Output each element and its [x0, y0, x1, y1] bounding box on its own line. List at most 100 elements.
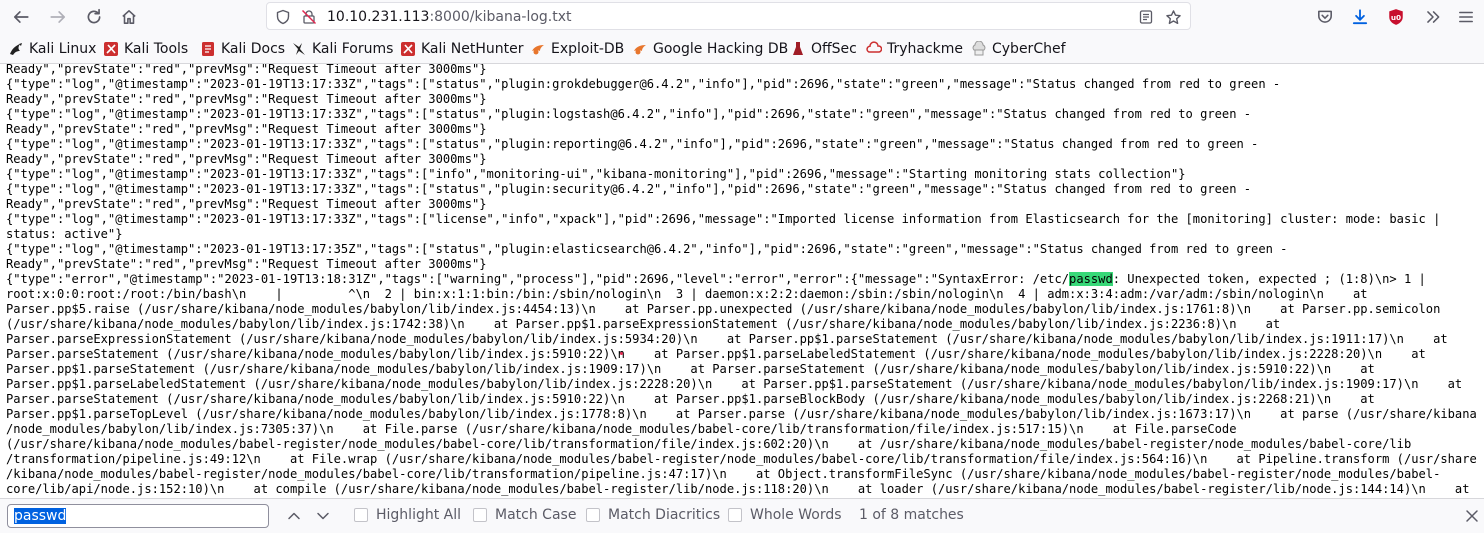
- log-line: Ready","prevState":"red","prevMsg":"Requ…: [6, 64, 487, 76]
- bookmark-cyberchef[interactable]: CyberChef: [971, 40, 1066, 58]
- home-button[interactable]: [116, 4, 142, 30]
- log-line: Ready","prevState":"red","prevMsg":"Requ…: [6, 197, 487, 211]
- bookmark-label: CyberChef: [992, 41, 1066, 57]
- bookmark-label: OffSec: [811, 41, 857, 57]
- bookmark-label: Kali Tools: [124, 41, 189, 57]
- tryhackme-icon: [866, 41, 882, 57]
- reload-icon: [87, 8, 101, 24]
- bookmark-exploit-db[interactable]: Exploit-DB: [530, 40, 624, 58]
- downloads-button[interactable]: [1347, 4, 1373, 30]
- checkbox-box[interactable]: [586, 508, 600, 522]
- log-line: /node_modules/babylon/lib/index.js:7305:…: [6, 422, 1237, 436]
- log-line: Parser.pp$1.parseStatement (/usr/share/k…: [6, 362, 1375, 376]
- exploit-db-icon: [530, 41, 546, 57]
- bookmark-kali-tools[interactable]: Kali Tools: [103, 40, 188, 58]
- error-line-text: : Unexpected token, expected ; (1:8)\n> …: [1112, 272, 1426, 286]
- find-close-button[interactable]: [1462, 506, 1482, 526]
- checkbox-label: Whole Words: [750, 507, 842, 523]
- reload-button[interactable]: [81, 4, 107, 30]
- checkbox-box[interactable]: [473, 508, 487, 522]
- checkbox-label: Highlight All: [376, 507, 462, 523]
- log-line: {"type":"log","@timestamp":"2023-01-19T1…: [6, 167, 1186, 181]
- log-line: Ready","prevState":"red","prevMsg":"Requ…: [6, 152, 487, 166]
- bookmarks-toolbar: Kali Linux Kali Tools Kali Docs Kali For…: [0, 34, 1484, 64]
- find-query-text: passwd: [14, 508, 67, 524]
- whole-words-checkbox[interactable]: Whole Words: [728, 507, 842, 523]
- url-host: 10.10.231.113: [327, 9, 430, 25]
- shield-icon[interactable]: [274, 8, 292, 26]
- checkbox-box[interactable]: [354, 508, 368, 522]
- log-line: root:x:0:0:root:/root:/bin/bash\n | ^\n …: [6, 287, 1368, 301]
- log-line: /transformation/pipeline.js:49:12\n at F…: [6, 452, 1477, 466]
- bookmark-label: Kali Docs: [221, 41, 286, 57]
- checkbox-label: Match Case: [495, 507, 577, 523]
- bookmark-offsec[interactable]: OffSec: [790, 40, 857, 58]
- find-next-button[interactable]: [312, 506, 334, 526]
- cursor-dot: [620, 352, 623, 355]
- cyberchef-icon: [971, 41, 987, 57]
- ublock-origin-button[interactable]: u0: [1383, 4, 1409, 30]
- forward-button[interactable]: [45, 4, 71, 30]
- page-content: Ready","prevState":"red","prevMsg":"Requ…: [0, 64, 1484, 498]
- log-line: core/lib/api/node.js:152:10)\n at compil…: [6, 482, 1470, 496]
- kali-tools-icon: [103, 41, 119, 57]
- bookmark-label: Tryhackme: [887, 41, 964, 57]
- reader-view-icon[interactable]: [1137, 8, 1155, 26]
- bookmark-google-hacking-db[interactable]: Google Hacking DB: [632, 40, 788, 58]
- match-diacritics-checkbox[interactable]: Match Diacritics: [586, 507, 720, 523]
- log-line: {"type":"log","@timestamp":"2023-01-19T1…: [6, 182, 1252, 196]
- bookmark-label: Exploit-DB: [551, 41, 625, 57]
- find-input[interactable]: passwd: [7, 504, 269, 528]
- search-match-highlight: passwd: [1069, 272, 1113, 286]
- arrow-left-icon: [13, 11, 29, 23]
- kali-forums-icon: [291, 41, 307, 57]
- kali-dragon-icon: [8, 41, 24, 57]
- error-line-text: {"type":"error","@timestamp":"2023-01-19…: [6, 272, 1070, 286]
- bookmark-kali-forums[interactable]: Kali Forums: [291, 40, 393, 58]
- bookmark-label: Google Hacking DB: [653, 41, 789, 57]
- log-line: {"type":"log","@timestamp":"2023-01-19T1…: [6, 107, 1252, 121]
- bookmark-tryhackme[interactable]: Tryhackme: [866, 40, 963, 58]
- find-previous-button[interactable]: [283, 506, 305, 526]
- log-line: Parser.pp$1.parseTopLevel (/usr/share/ki…: [6, 407, 1477, 421]
- bookmark-kali-nethunter[interactable]: Kali NetHunter: [400, 40, 523, 58]
- checkbox-box[interactable]: [728, 508, 742, 522]
- log-line: Parser.parseStatement (/usr/share/kibana…: [6, 392, 1375, 406]
- back-button[interactable]: [8, 4, 34, 30]
- chevron-double-right-icon: [1427, 11, 1440, 23]
- log-line: /kibana/node_modules/babel-register/node…: [6, 467, 1441, 481]
- log-line: Ready","prevState":"red","prevMsg":"Requ…: [6, 122, 487, 136]
- svg-text:u0: u0: [1391, 13, 1401, 22]
- highlight-all-checkbox[interactable]: Highlight All: [354, 507, 461, 523]
- close-icon: [1466, 510, 1478, 522]
- log-line: Ready","prevState":"red","prevMsg":"Requ…: [6, 92, 487, 106]
- log-line: {"type":"log","@timestamp":"2023-01-19T1…: [6, 242, 1288, 256]
- pocket-button[interactable]: [1312, 4, 1338, 30]
- navigation-toolbar: 10.10.231.113:8000/kibana-log.txt u0: [0, 0, 1484, 34]
- chevron-down-icon: [317, 512, 329, 520]
- log-error-line: {"type":"error","@timestamp":"2023-01-19…: [6, 272, 1484, 287]
- insecure-lock-icon[interactable]: [300, 8, 318, 26]
- chevron-up-icon: [288, 512, 300, 520]
- url-text[interactable]: 10.10.231.113:8000/kibana-log.txt: [327, 8, 572, 26]
- overflow-menu-button[interactable]: [1420, 4, 1446, 30]
- address-bar[interactable]: 10.10.231.113:8000/kibana-log.txt: [266, 2, 1191, 30]
- kali-nethunter-icon: [400, 41, 416, 57]
- ublock-origin-icon: u0: [1389, 9, 1403, 25]
- bookmark-star-icon[interactable]: [1164, 8, 1182, 26]
- log-line: {"type":"log","@timestamp":"2023-01-19T1…: [6, 137, 1259, 151]
- log-line: Parser.pp$5.raise (/usr/share/kibana/nod…: [6, 302, 1441, 316]
- home-icon: [122, 10, 136, 24]
- url-path: :8000/kibana-log.txt: [429, 9, 572, 25]
- app-menu-button[interactable]: [1453, 4, 1479, 30]
- log-line: Parser.parseExpressionStatement (/usr/sh…: [6, 332, 1448, 346]
- pocket-icon: [1318, 10, 1332, 23]
- bookmark-kali-docs[interactable]: Kali Docs: [200, 40, 285, 58]
- match-case-checkbox[interactable]: Match Case: [473, 507, 576, 523]
- kali-docs-icon: [200, 41, 216, 57]
- bookmark-label: Kali NetHunter: [421, 41, 524, 57]
- bookmark-kali-linux[interactable]: Kali Linux: [8, 40, 96, 58]
- log-line: {"type":"log","@timestamp":"2023-01-19T1…: [6, 77, 1281, 91]
- log-line: (/usr/share/kibana/node_modules/babylon/…: [6, 317, 1281, 331]
- find-bar: passwd Highlight All Match Case Match Di…: [0, 498, 1484, 533]
